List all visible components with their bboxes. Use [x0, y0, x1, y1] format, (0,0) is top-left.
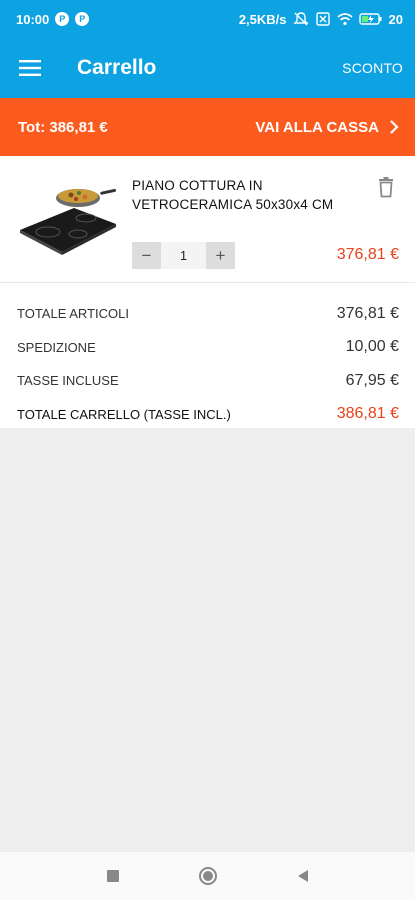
- summary-row-cart-total: TOTALE CARRELLO (TASSE INCL.) 386,81 €: [17, 398, 399, 432]
- summary-value: 386,81 €: [336, 405, 399, 423]
- back-button[interactable]: [296, 869, 310, 883]
- decrement-button[interactable]: −: [132, 242, 161, 269]
- summary-label: SPEDIZIONE: [17, 339, 96, 355]
- mute-icon: [292, 12, 309, 26]
- recent-apps-button[interactable]: [106, 869, 120, 883]
- delete-icon[interactable]: [376, 176, 396, 198]
- quantity-input[interactable]: [161, 242, 206, 269]
- app-bar: Carrello SCONTO: [0, 38, 415, 98]
- back-icon: [297, 870, 308, 882]
- battery-level: 20: [388, 11, 403, 27]
- system-nav-bar: [0, 852, 415, 900]
- summary-row-taxes: TASSE INCLUSE 67,95 €: [17, 364, 399, 398]
- summary-row-items-total: TOTALE ARTICOLI 376,81 €: [17, 297, 399, 331]
- product-name[interactable]: PIANO COTTURA IN VETROCERAMICA 50x30x4 C…: [132, 176, 362, 214]
- battery-icon: [358, 13, 382, 25]
- increment-button[interactable]: +: [206, 242, 235, 269]
- status-right: 2,5KB/s 20: [239, 12, 403, 27]
- discount-button[interactable]: SCONTO: [342, 60, 403, 76]
- home-icon: [198, 867, 217, 885]
- cart-content: PIANO COTTURA IN VETROCERAMICA 50x30x4 C…: [0, 156, 415, 428]
- network-speed: 2,5KB/s: [238, 11, 287, 27]
- summary-value: 67,95 €: [345, 371, 399, 389]
- recent-apps-icon: [106, 870, 119, 882]
- item-price: 376,81 €: [336, 246, 399, 263]
- hamburger-menu-icon: [19, 60, 41, 76]
- notification-badge-icon: P: [75, 12, 90, 26]
- chevron-right-icon: [390, 120, 399, 134]
- sim-icon: [315, 12, 330, 26]
- product-image[interactable]: [16, 178, 118, 256]
- summary-label: TASSE INCLUSE: [17, 373, 119, 389]
- cart-total-summary: Tot: 386,81 €: [18, 118, 108, 136]
- quantity-stepper: − +: [132, 242, 235, 269]
- summary-value: 376,81 €: [336, 304, 399, 322]
- checkout-bar: Tot: 386,81 € VAI ALLA CASSA: [0, 98, 415, 156]
- summary-row-shipping: SPEDIZIONE 10,00 €: [17, 331, 399, 365]
- notification-badge-icon: P: [55, 12, 70, 26]
- status-time: 10:00: [16, 11, 50, 27]
- summary-label: TOTALE CARRELLO (TASSE INCL.): [17, 406, 231, 422]
- checkout-button[interactable]: VAI ALLA CASSA: [255, 119, 399, 136]
- wifi-icon: [337, 13, 353, 26]
- status-bar: 10:00 P P 2,5KB/s 20: [0, 0, 415, 38]
- hamburger-menu-button[interactable]: [0, 38, 60, 98]
- cart-item: PIANO COTTURA IN VETROCERAMICA 50x30x4 C…: [0, 156, 415, 283]
- summary-label: TOTALE ARTICOLI: [17, 306, 129, 322]
- home-button[interactable]: [198, 866, 218, 886]
- summary-value: 10,00 €: [345, 338, 399, 356]
- page-title: Carrello: [77, 56, 157, 79]
- checkout-label: VAI ALLA CASSA: [255, 118, 379, 136]
- status-left: 10:00 P P: [16, 11, 90, 27]
- cart-summary: TOTALE ARTICOLI 376,81 € SPEDIZIONE 10,0…: [0, 283, 415, 431]
